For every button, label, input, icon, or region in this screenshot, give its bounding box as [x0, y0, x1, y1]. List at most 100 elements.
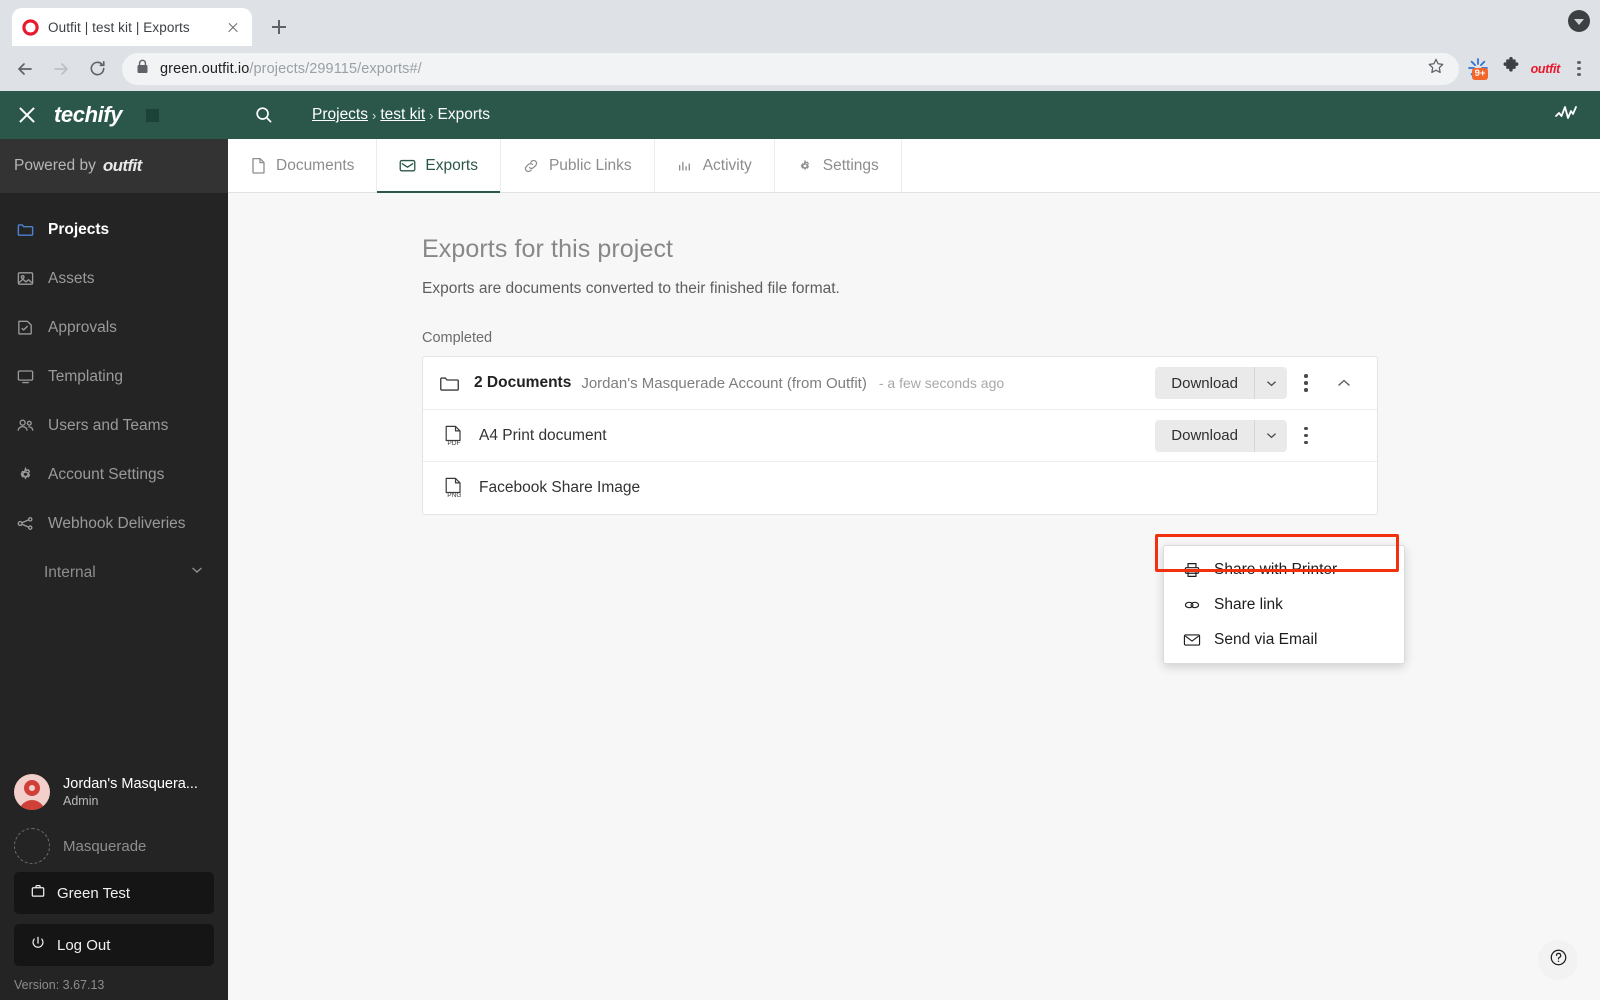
- browser-tab[interactable]: Outfit | test kit | Exports: [12, 8, 252, 46]
- top-bar-right: [1554, 102, 1600, 129]
- menu-item-send-via-email[interactable]: Send via Email: [1164, 622, 1404, 657]
- menu-item-label: Share link: [1214, 595, 1283, 613]
- section-tabs: Documents Exports Public Links Activity: [228, 139, 1600, 193]
- pdf-file-icon: PDF: [443, 424, 465, 448]
- back-arrow-icon[interactable]: [8, 52, 42, 86]
- green-test-label: Green Test: [57, 884, 131, 902]
- sidebar-masquerade[interactable]: Masquerade: [0, 820, 228, 872]
- chrome-menu-icon[interactable]: [1570, 60, 1588, 77]
- activity-graph-icon[interactable]: [1554, 102, 1578, 129]
- app-brand-logo[interactable]: techify: [54, 102, 123, 128]
- sidebar-item-users-and-teams[interactable]: Users and Teams: [0, 401, 228, 450]
- table-row[interactable]: 2 Documents Jordan's Masquerade Account …: [423, 357, 1377, 410]
- close-icon[interactable]: [224, 18, 242, 36]
- brand-square-icon: [146, 108, 160, 122]
- top-bar: Projects › test kit › Exports: [228, 91, 1600, 139]
- download-button[interactable]: Download: [1155, 419, 1254, 452]
- address-bar-text: green.outfit.io/projects/299115/exports#…: [160, 61, 422, 77]
- menu-item-share-link[interactable]: Share link: [1164, 587, 1404, 622]
- green-test-button[interactable]: Green Test: [14, 872, 214, 914]
- tab-label: Exports: [425, 156, 478, 174]
- sidebar-item-projects[interactable]: Projects: [0, 205, 228, 254]
- puzzle-extensions-icon[interactable]: [1501, 56, 1521, 81]
- address-bar[interactable]: green.outfit.io/projects/299115/exports#…: [122, 52, 1459, 85]
- tab-documents[interactable]: Documents: [228, 139, 378, 192]
- tab-public-links[interactable]: Public Links: [501, 139, 655, 192]
- sidebar-item-webhook-deliveries[interactable]: Webhook Deliveries: [0, 499, 228, 548]
- powered-by-brand: outfit: [102, 156, 142, 175]
- extension-sparkle-icon[interactable]: 9+: [1467, 57, 1491, 81]
- download-split-button[interactable]: Download: [1155, 419, 1287, 452]
- breadcrumb: Projects › test kit › Exports: [312, 106, 490, 124]
- table-row[interactable]: PDF A4 Print document Download: [423, 410, 1377, 462]
- briefcase-icon: [30, 883, 46, 903]
- tabstrip-overflow[interactable]: [1568, 10, 1590, 32]
- sidebar-item-assets[interactable]: Assets: [0, 254, 228, 303]
- export-row-owner: Jordan's Masquerade Account (from Outfit…: [581, 374, 867, 392]
- tab-label: Settings: [822, 156, 879, 174]
- main-area: Projects › test kit › Exports Documents: [228, 91, 1600, 1000]
- breadcrumb-item-exports: Exports: [437, 106, 491, 123]
- breadcrumb-item-test-kit[interactable]: test kit: [380, 106, 425, 124]
- browser-chrome: Outfit | test kit | Exports green.outfit…: [0, 0, 1600, 91]
- help-button[interactable]: [1538, 940, 1578, 980]
- monitor-icon: [15, 367, 35, 387]
- chevron-down-icon[interactable]: [1568, 10, 1590, 32]
- new-tab-button[interactable]: [262, 10, 296, 44]
- download-button[interactable]: Download: [1155, 367, 1254, 399]
- sidebar-item-account-settings[interactable]: Account Settings: [0, 450, 228, 499]
- reload-icon[interactable]: [80, 52, 114, 86]
- user-role: Admin: [63, 793, 99, 808]
- extension-badge-count: 9+: [1471, 67, 1489, 80]
- tab-exports[interactable]: Exports: [377, 139, 501, 193]
- export-row-actions: Download: [1155, 367, 1363, 399]
- folder-icon: [439, 374, 460, 393]
- address-path: /projects/299115/exports#/: [249, 60, 422, 77]
- tab-label: Public Links: [548, 156, 632, 174]
- share-dropdown-menu: Share with Printer Share link Send via E…: [1163, 545, 1405, 664]
- menu-item-share-with-printer[interactable]: Share with Printer: [1164, 552, 1404, 587]
- search-icon[interactable]: [254, 105, 274, 125]
- sidebar-item-templating[interactable]: Templating: [0, 352, 228, 401]
- export-child-actions: Download: [1155, 419, 1363, 452]
- svg-text:PDF: PDF: [447, 440, 460, 447]
- sidebar-item-approvals[interactable]: Approvals: [0, 303, 228, 352]
- log-out-button[interactable]: Log Out: [14, 924, 214, 966]
- tab-settings[interactable]: Settings: [775, 139, 902, 192]
- sidebar-item-label: Templating: [48, 367, 123, 385]
- more-vertical-icon[interactable]: [1287, 420, 1325, 452]
- table-row[interactable]: PNG Facebook Share Image: [423, 462, 1377, 514]
- tab-label: Documents: [276, 156, 355, 174]
- breadcrumb-separator: ›: [429, 107, 434, 123]
- sidebar-item-label: Projects: [48, 220, 110, 238]
- sidebar-item-label: Webhook Deliveries: [48, 514, 186, 532]
- chain-link-icon: [1182, 595, 1201, 614]
- webhook-icon: [15, 514, 35, 534]
- masquerade-label: Masquerade: [63, 837, 147, 855]
- outfit-extension-icon[interactable]: outfit: [1531, 62, 1561, 76]
- chevron-down-icon[interactable]: [1254, 419, 1287, 452]
- more-vertical-icon[interactable]: [1287, 367, 1325, 399]
- chevron-down-icon[interactable]: [1254, 367, 1287, 399]
- tab-activity[interactable]: Activity: [655, 139, 775, 192]
- menu-item-label: Send via Email: [1214, 630, 1318, 648]
- document-icon: [250, 157, 267, 174]
- sidebar-group-internal[interactable]: Internal: [0, 548, 228, 597]
- svg-text:PNG: PNG: [447, 492, 461, 499]
- forward-arrow-icon: [44, 52, 78, 86]
- sidebar: techify Powered by outfit Projects Asset…: [0, 91, 228, 1000]
- close-icon[interactable]: [16, 104, 38, 126]
- breadcrumb-item-projects[interactable]: Projects: [312, 106, 368, 124]
- browser-tab-title: Outfit | test kit | Exports: [48, 19, 190, 35]
- chevron-up-icon[interactable]: [1325, 367, 1363, 399]
- log-out-label: Log Out: [57, 936, 111, 954]
- users-icon: [15, 416, 35, 436]
- sidebar-user-profile[interactable]: Jordan's Masquera... Admin: [0, 764, 228, 820]
- browser-tabstrip: Outfit | test kit | Exports: [0, 0, 1600, 46]
- bookmark-star-icon[interactable]: [1427, 57, 1445, 80]
- section-label-completed: Completed: [422, 330, 493, 346]
- download-split-button[interactable]: Download: [1155, 367, 1287, 399]
- page-description: Exports are documents converted to their…: [422, 280, 840, 297]
- lock-icon: [136, 59, 149, 79]
